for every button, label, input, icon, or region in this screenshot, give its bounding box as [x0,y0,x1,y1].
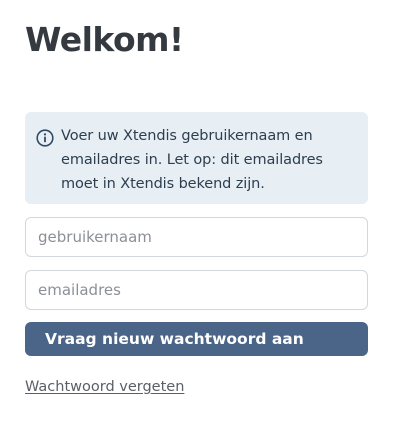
forgot-password-link[interactable]: Wachtwoord vergeten [25,379,184,395]
email-field[interactable] [25,270,368,310]
info-circle-icon [36,129,54,147]
info-message: Voer uw Xtendis gebruikernaam en emailad… [61,128,323,192]
info-box: Voer uw Xtendis gebruikernaam en emailad… [25,112,368,204]
request-password-button[interactable]: Vraag nieuw wachtwoord aan [25,322,368,356]
username-field[interactable] [25,217,368,257]
page-title: Welkom! [25,20,184,59]
